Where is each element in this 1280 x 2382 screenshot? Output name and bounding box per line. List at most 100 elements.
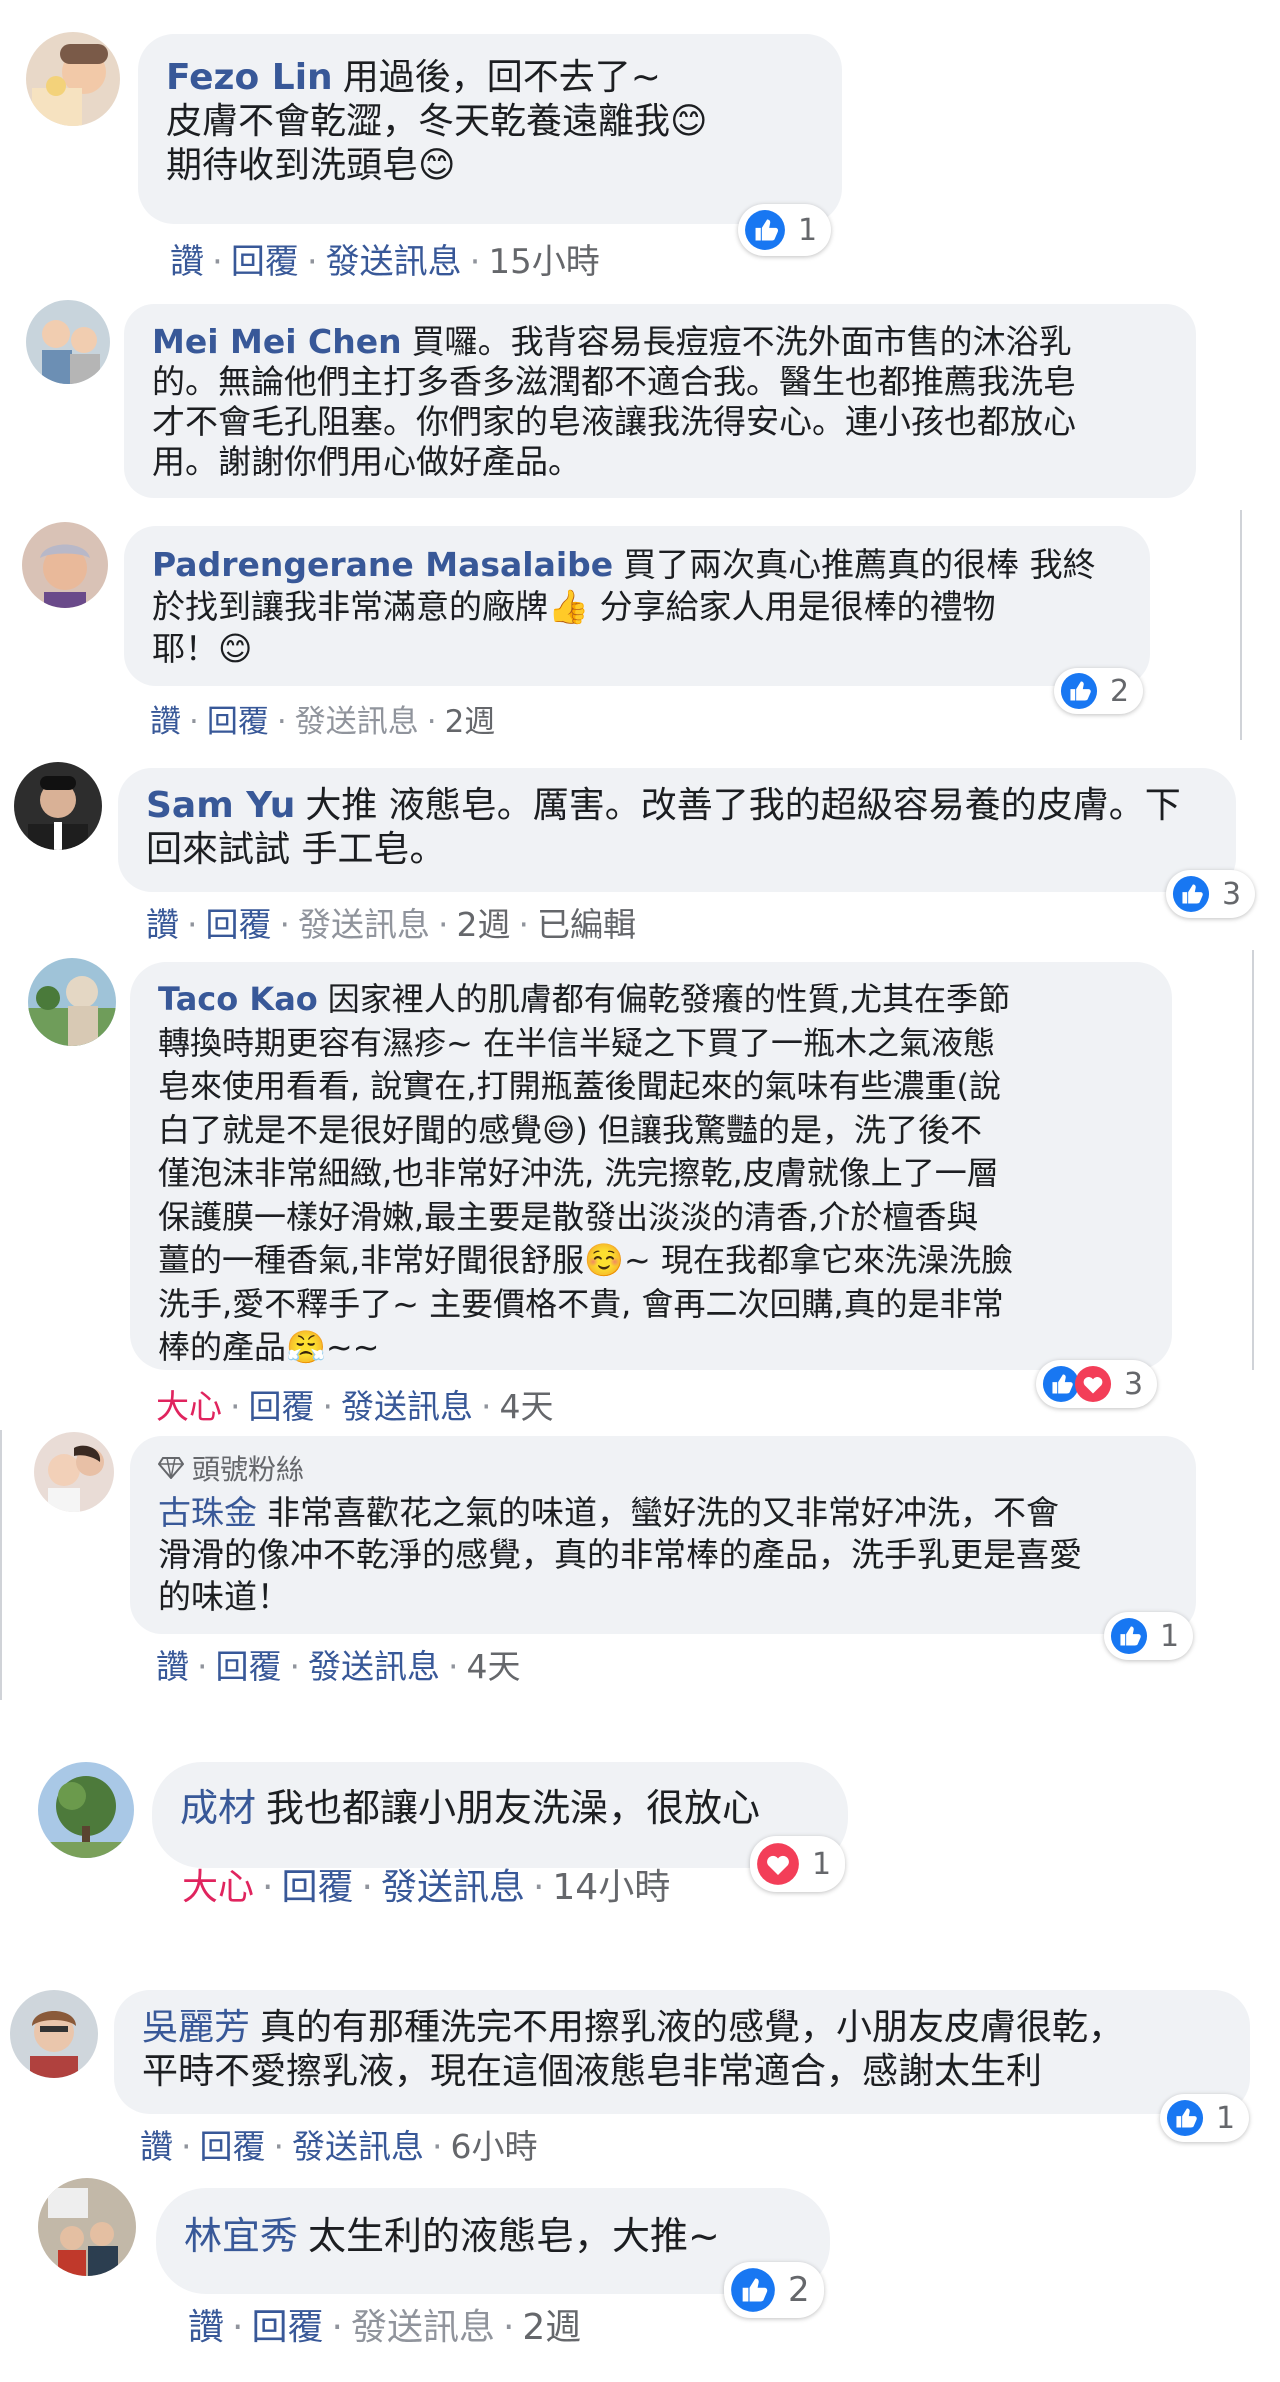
- reaction-summary[interactable]: 1: [738, 204, 832, 256]
- divider-line: [1252, 950, 1254, 1370]
- comment-text: 轉換時期更容有濕疹~ 在半信半疑之下買了一瓶木之氣液態: [158, 1023, 995, 1062]
- avatar[interactable]: [26, 300, 110, 384]
- comment-text: 非常喜歡花之氣的味道，蠻好洗的又非常好冲洗，不會: [267, 1493, 1059, 1532]
- comment-text: 因家裡人的肌膚都有偏乾發癢的性質,尤其在季節: [327, 980, 1010, 1018]
- send-message-button[interactable]: 發送訊息: [295, 704, 419, 740]
- reaction-summary[interactable]: 3: [1036, 1360, 1158, 1408]
- avatar[interactable]: [26, 32, 120, 126]
- like-reaction-icon: [731, 2268, 775, 2312]
- commenter-name[interactable]: 吳麗芳: [142, 2007, 250, 2048]
- reply-button[interactable]: 回覆: [207, 704, 269, 740]
- timestamp[interactable]: 2週: [457, 905, 511, 944]
- timestamp[interactable]: 4天: [467, 1647, 521, 1686]
- reply-button[interactable]: 回覆: [249, 1387, 315, 1426]
- love-button[interactable]: 大心: [156, 1387, 222, 1426]
- comment-text: 買了兩次真心推薦真的很棒 我終: [623, 545, 1096, 584]
- like-button[interactable]: 讚: [156, 1647, 189, 1686]
- comment-text: 的。無論他們主打多香多滋潤都不適合我。醫生也都推薦我洗皂: [152, 362, 1076, 401]
- avatar[interactable]: [14, 762, 102, 850]
- reply-button[interactable]: 回覆: [216, 1647, 282, 1686]
- send-message-button[interactable]: 發送訊息: [308, 1647, 440, 1686]
- divider-line: [1240, 510, 1242, 740]
- love-reaction-icon: [1074, 1365, 1112, 1403]
- reaction-summary[interactable]: 1: [1104, 1612, 1194, 1660]
- send-message-button[interactable]: 發送訊息: [351, 2307, 495, 2348]
- comment-text: 滑滑的像冲不乾淨的感覺，真的非常棒的產品，洗手乳更是喜愛: [158, 1535, 1082, 1574]
- like-button[interactable]: 讚: [140, 2127, 173, 2166]
- like-button[interactable]: 讚: [146, 905, 179, 944]
- like-reaction-icon: [745, 210, 785, 250]
- reaction-count: 3: [1124, 1366, 1144, 1402]
- commenter-name[interactable]: Padrengerane Masalaibe: [152, 545, 613, 584]
- send-message-button[interactable]: 發送訊息: [341, 1387, 473, 1426]
- edited-label[interactable]: 已編輯: [537, 905, 636, 944]
- commenter-name[interactable]: 古珠金: [158, 1493, 257, 1532]
- reply-button[interactable]: 回覆: [231, 242, 299, 282]
- comment-text: 皂來使用看看, 說實在,打開瓶蓋後聞起來的氣味有些濃重(說: [158, 1067, 1002, 1105]
- commenter-name[interactable]: Sam Yu: [146, 785, 295, 826]
- send-message-button[interactable]: 發送訊息: [292, 2127, 424, 2166]
- reply-button[interactable]: 回覆: [281, 1867, 353, 1908]
- avatar[interactable]: [38, 1762, 134, 1858]
- like-button[interactable]: 讚: [188, 2307, 224, 2348]
- love-button[interactable]: 大心: [182, 1867, 254, 1908]
- commenter-name[interactable]: 成材: [180, 1786, 256, 1830]
- like-button[interactable]: 讚: [150, 704, 181, 740]
- reaction-count: 1: [798, 212, 818, 248]
- comment-text: 真的有那種洗完不用擦乳液的感覺，小朋友皮膚很乾，: [260, 2007, 1125, 2048]
- reaction-summary[interactable]: 1: [1160, 2094, 1250, 2142]
- timestamp[interactable]: 2週: [445, 704, 496, 740]
- love-reaction-icon: [757, 1843, 799, 1885]
- send-message-button[interactable]: 發送訊息: [381, 1867, 525, 1908]
- reaction-summary[interactable]: 3: [1166, 870, 1256, 918]
- reaction-count: 2: [788, 2270, 810, 2310]
- avatar[interactable]: [10, 1990, 98, 2078]
- reaction-count: 3: [1222, 876, 1242, 912]
- reaction-count: 2: [1110, 673, 1130, 709]
- like-reaction-icon: [1110, 1617, 1148, 1655]
- reply-button[interactable]: 回覆: [200, 2127, 266, 2166]
- reaction-count: 1: [1160, 1618, 1180, 1654]
- commenter-name[interactable]: 林宜秀: [184, 2214, 298, 2258]
- like-reaction-icon: [1166, 2099, 1204, 2137]
- comment-text: 棒的產品😤~~: [158, 1328, 380, 1366]
- commenter-name[interactable]: Taco Kao: [158, 980, 318, 1018]
- reaction-count: 1: [812, 1846, 832, 1882]
- avatar[interactable]: [34, 1432, 114, 1512]
- divider-line: [0, 1430, 2, 1700]
- like-button[interactable]: 讚: [170, 242, 204, 282]
- reaction-summary[interactable]: 1: [750, 1836, 846, 1892]
- reply-button[interactable]: 回覆: [251, 2307, 323, 2348]
- badge-label: 頭號粉絲: [192, 1453, 305, 1486]
- avatar[interactable]: [38, 2178, 136, 2276]
- comment-text: 於找到讓我非常滿意的廠牌👍 分享給家人用是很棒的禮物: [152, 587, 996, 626]
- timestamp[interactable]: 4天: [500, 1387, 554, 1426]
- comment-text: 僅泡沫非常細緻,也非常好沖洗, 洗完擦乾,皮膚就像上了一層: [158, 1154, 999, 1192]
- send-message-button[interactable]: 發送訊息: [326, 242, 462, 282]
- commenter-name[interactable]: Mei Mei Chen: [152, 322, 402, 361]
- timestamp[interactable]: 14小時: [552, 1867, 670, 1908]
- comment-text: 大推 液態皂。厲害。改善了我的超級容易養的皮膚。下: [305, 785, 1181, 826]
- like-reaction-icon: [1060, 672, 1098, 710]
- timestamp[interactable]: 15小時: [488, 242, 599, 282]
- diamond-icon: [158, 1457, 184, 1479]
- avatar[interactable]: [28, 958, 116, 1046]
- send-message-button[interactable]: 發送訊息: [298, 905, 430, 944]
- comment-text: 洗手,愛不釋手了~ 主要價格不貴, 會再二次回購,真的是非常: [158, 1284, 1004, 1323]
- like-reaction-icon: [1172, 875, 1210, 913]
- timestamp[interactable]: 6小時: [451, 2127, 538, 2166]
- comment-text: 用。謝謝你們用心做好產品。: [152, 442, 581, 481]
- timestamp[interactable]: 2週: [522, 2307, 581, 2348]
- comment-text: 用過後，回不去了~: [342, 57, 661, 98]
- reaction-summary[interactable]: 2: [1054, 668, 1144, 714]
- comment-text: 白了就是不是很好聞的感覺😅) 但讓我驚豔的是，洗了後不: [158, 1110, 983, 1149]
- comment-text: 平時不愛擦乳液，現在這個液態皂非常適合，感謝太生利: [142, 2051, 1043, 2092]
- comment-text: 太生利的液態皂，大推~: [308, 2214, 720, 2258]
- comment-text: 皮膚不會乾澀，冬天乾養遠離我😊: [166, 101, 708, 142]
- comment-text: 才不會毛孔阻塞。你們家的皂液讓我洗得安心。連小孩也都放心: [152, 402, 1076, 441]
- comment-text: 我也都讓小朋友洗澡，很放心: [266, 1786, 761, 1830]
- avatar[interactable]: [22, 522, 108, 608]
- reaction-summary[interactable]: 2: [724, 2262, 824, 2318]
- commenter-name[interactable]: Fezo Lin: [166, 57, 333, 98]
- reply-button[interactable]: 回覆: [206, 905, 272, 944]
